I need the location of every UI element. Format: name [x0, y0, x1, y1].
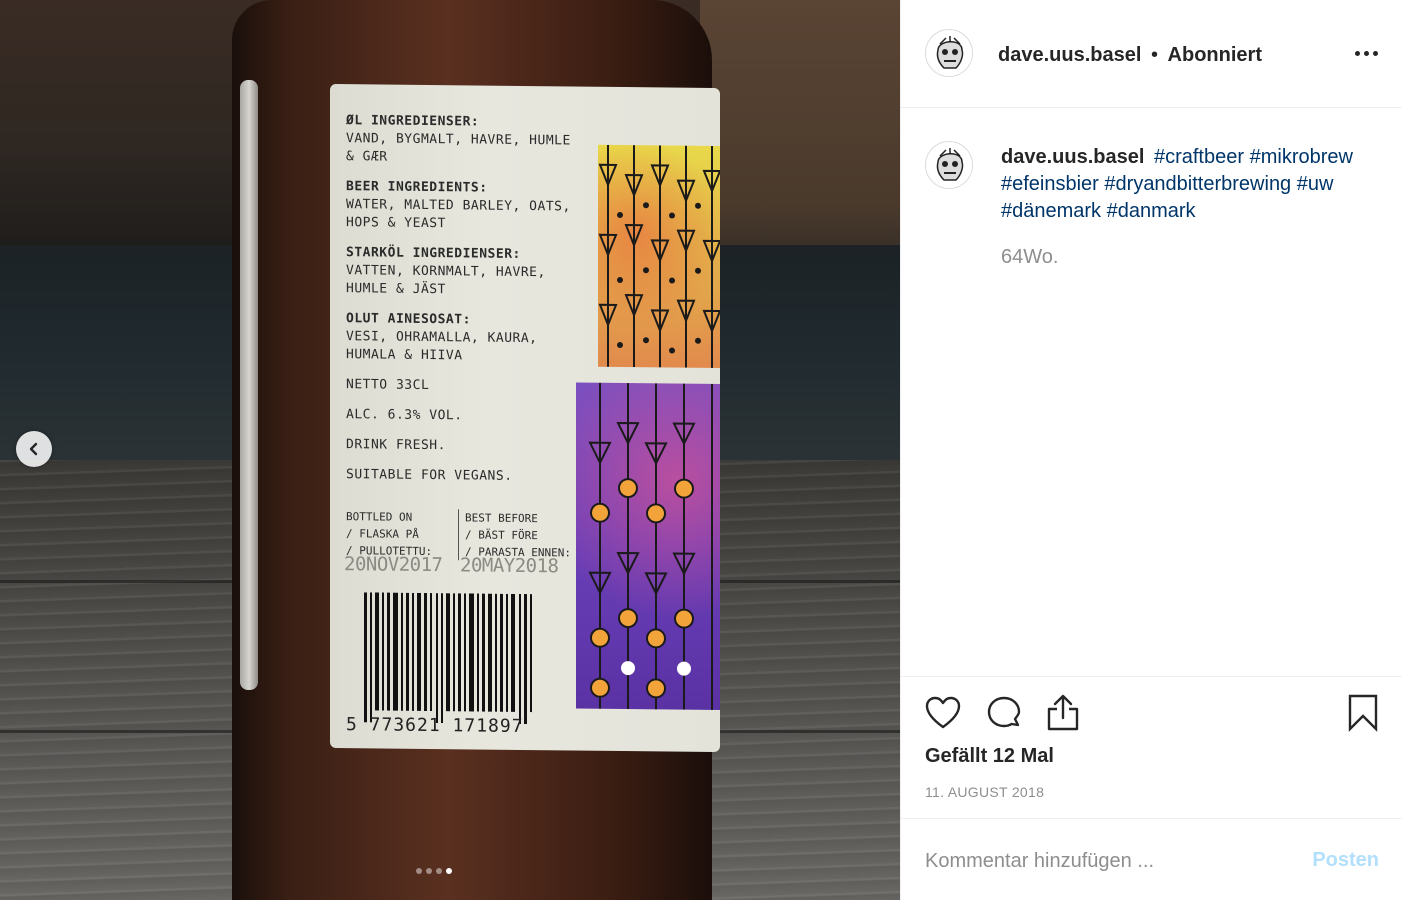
previous-slide-button[interactable] — [16, 431, 52, 467]
post-author: dave.uus.basel • Abonniert — [998, 42, 1262, 68]
barcode-number: 5 773621 171897 — [346, 714, 524, 737]
avatar-image — [927, 143, 972, 188]
label-line: HUMALA & HIIVA — [346, 347, 463, 364]
label-line: & GÆR — [346, 149, 388, 165]
chevron-left-icon — [29, 442, 38, 456]
follow-status-button[interactable]: Abonniert — [1168, 44, 1262, 66]
label-vegans: SUITABLE FOR VEGANS. — [346, 467, 513, 484]
hashtag-link[interactable]: #efeinsbier — [1001, 173, 1099, 195]
label-netto: NETTO 33CL — [346, 377, 430, 393]
label-alc: ALC. 6.3% VOL. — [346, 407, 463, 424]
post-comment-button[interactable]: Posten — [1312, 849, 1379, 872]
label-artwork-top — [598, 144, 720, 369]
like-button[interactable] — [923, 693, 963, 733]
label-line: / FLASKA PÅ — [346, 527, 419, 541]
heart-icon — [925, 696, 961, 729]
post-photo[interactable]: ØL INGREDIENSER: VAND, BYGMALT, HAVRE, H… — [0, 0, 900, 900]
share-button[interactable] — [1043, 693, 1083, 733]
bottle-label: ØL INGREDIENSER: VAND, BYGMALT, HAVRE, H… — [330, 83, 720, 753]
label-ingredients: ØL INGREDIENSER: VAND, BYGMALT, HAVRE, H… — [346, 112, 586, 487]
barcode — [364, 592, 532, 725]
hashtag-link[interactable]: #danmark — [1107, 200, 1196, 222]
more-options-icon — [1372, 50, 1378, 56]
artwork-pattern-bottom — [588, 382, 713, 710]
label-line: BEST BEFORE — [465, 511, 538, 526]
best-before-date-stamp: 20MAY2018 — [460, 554, 559, 578]
avatar-image — [927, 31, 972, 76]
label-line: HUMLE & JÄST — [346, 281, 446, 298]
caption-username-link[interactable]: dave.uus.basel — [1001, 146, 1144, 168]
post-header: dave.uus.basel • Abonniert — [901, 0, 1402, 108]
carousel-dot — [426, 868, 432, 874]
username-link[interactable]: dave.uus.basel — [998, 44, 1141, 66]
carousel-indicator — [416, 868, 452, 874]
comment-button[interactable] — [984, 693, 1024, 733]
more-options-icon — [1354, 50, 1360, 56]
hashtag-link[interactable]: #dryandbitterbrewing — [1104, 173, 1291, 195]
avatar[interactable] — [925, 29, 973, 77]
save-button[interactable] — [1343, 693, 1383, 733]
more-options-button[interactable] — [1351, 40, 1381, 66]
post-actions: Gefällt 12 Mal 11. AUGUST 2018 — [901, 676, 1402, 818]
comment-bar: Posten — [901, 818, 1402, 900]
more-options-icon — [1363, 50, 1369, 56]
post-details-panel: dave.uus.basel • Abonniert dave.uus.base… — [900, 0, 1402, 900]
caption-avatar[interactable] — [925, 141, 973, 189]
label-line: HOPS & YEAST — [346, 215, 446, 232]
comment-input[interactable] — [925, 847, 1285, 875]
likes-count[interactable]: Gefällt 12 Mal — [925, 745, 1054, 768]
hashtag-link[interactable]: #uw — [1297, 173, 1334, 195]
post-date: 11. AUGUST 2018 — [925, 784, 1045, 800]
bottled-date-stamp: 20NOV2017 — [344, 553, 443, 577]
hashtag-link[interactable]: #dänemark — [1001, 200, 1101, 222]
post-age[interactable]: 64Wo. — [1001, 246, 1058, 269]
share-icon — [1047, 694, 1079, 731]
label-line: / BÄST FÖRE — [465, 528, 538, 543]
label-dates: BOTTLED ON / FLASKA PÅ / PULLOTETTU: BES… — [344, 508, 582, 596]
carousel-dot-active — [446, 868, 452, 874]
post-caption: dave.uus.basel #craftbeer #mikrobrew #ef… — [1001, 144, 1381, 225]
label-drink-fresh: DRINK FRESH. — [346, 437, 446, 454]
label-line: BOTTLED ON — [346, 510, 413, 524]
bottle-reflection — [240, 80, 258, 690]
carousel-dot — [436, 868, 442, 874]
label-artwork-bottom — [576, 382, 720, 711]
hashtag-link[interactable]: #craftbeer — [1154, 146, 1244, 168]
separator-dot: • — [1150, 44, 1158, 66]
artwork-pattern-top — [598, 144, 720, 368]
carousel-dot — [416, 868, 422, 874]
hashtag-link[interactable]: #mikrobrew — [1250, 146, 1353, 168]
bookmark-icon — [1348, 694, 1378, 732]
comment-icon — [987, 696, 1021, 728]
